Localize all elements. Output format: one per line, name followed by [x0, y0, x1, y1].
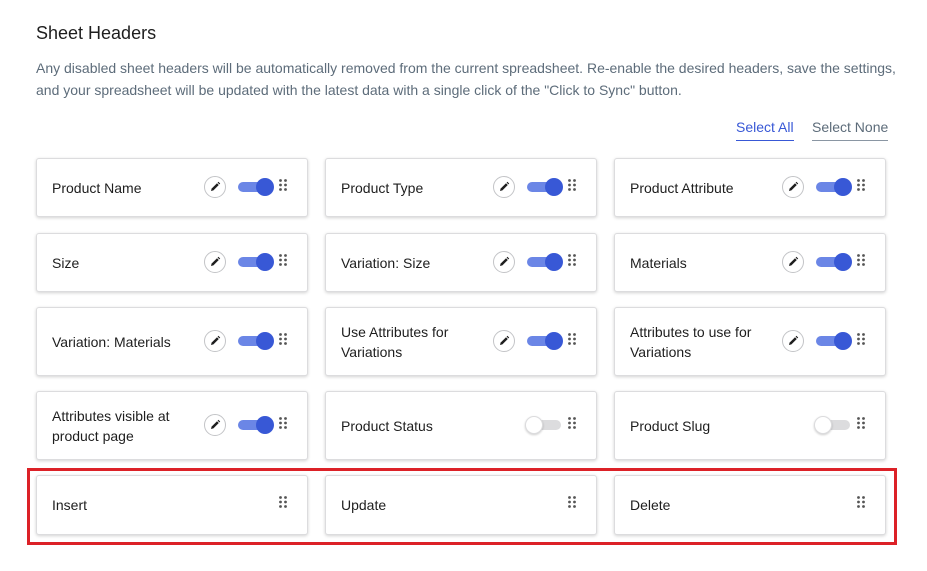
- header-card: Variation: Materials: [36, 307, 308, 376]
- header-label: Size: [52, 254, 80, 271]
- drag-handle-icon[interactable]: [857, 178, 865, 191]
- toggle-knob: [545, 178, 563, 196]
- header-card: Product Status: [325, 391, 597, 460]
- edit-header-button[interactable]: [493, 176, 515, 198]
- toggle-knob: [834, 253, 852, 271]
- header-toggle[interactable]: [238, 178, 274, 196]
- pencil-icon: [209, 419, 221, 431]
- drag-handle-icon[interactable]: [857, 253, 865, 266]
- header-label: Variation: Size: [341, 254, 431, 271]
- header-toggle[interactable]: [816, 332, 852, 350]
- pencil-icon: [498, 181, 510, 193]
- highlight-box: [27, 468, 897, 545]
- toggle-knob: [545, 253, 563, 271]
- select-all-link[interactable]: Select All: [736, 119, 794, 141]
- header-toggle[interactable]: [814, 416, 850, 434]
- header-label: Variation: Materials: [52, 333, 171, 350]
- header-toggle[interactable]: [527, 253, 563, 271]
- edit-header-button[interactable]: [493, 251, 515, 273]
- drag-handle-icon[interactable]: [279, 253, 287, 266]
- header-label: Product Slug: [630, 417, 711, 434]
- edit-header-button[interactable]: [782, 251, 804, 273]
- page-title: Sheet Headers: [36, 23, 157, 43]
- header-card: Variation: Size: [325, 233, 597, 292]
- drag-handle-icon[interactable]: [568, 178, 576, 191]
- pencil-icon: [787, 335, 799, 347]
- drag-handle-icon[interactable]: [568, 416, 576, 429]
- toggle-knob: [834, 178, 852, 196]
- pencil-icon: [209, 181, 221, 193]
- header-toggle[interactable]: [816, 253, 852, 271]
- pencil-icon: [787, 256, 799, 268]
- edit-header-button[interactable]: [782, 176, 804, 198]
- toggle-knob: [256, 178, 274, 196]
- drag-handle-icon[interactable]: [857, 416, 865, 429]
- header-toggle[interactable]: [816, 178, 852, 196]
- pencil-icon: [498, 256, 510, 268]
- toggle-knob: [834, 332, 852, 350]
- edit-header-button[interactable]: [204, 176, 226, 198]
- toggle-knob: [525, 416, 543, 434]
- header-toggle[interactable]: [525, 416, 561, 434]
- toggle-knob: [814, 416, 832, 434]
- header-card: Product Attribute: [614, 158, 886, 217]
- drag-handle-icon[interactable]: [279, 332, 287, 345]
- header-card: Use Attributes for Variations: [325, 307, 597, 376]
- header-toggle[interactable]: [527, 332, 563, 350]
- drag-handle-icon[interactable]: [568, 332, 576, 345]
- select-none-link[interactable]: Select None: [812, 119, 889, 141]
- edit-header-button[interactable]: [782, 330, 804, 352]
- header-card: Attributes visible at product page: [36, 391, 308, 460]
- header-label: Product Attribute: [630, 179, 734, 196]
- drag-handle-icon[interactable]: [857, 332, 865, 345]
- header-toggle[interactable]: [238, 332, 274, 350]
- header-card: Product Type: [325, 158, 597, 217]
- header-label: Use Attributes for Variations: [341, 323, 449, 360]
- header-label: Attributes visible at product page: [52, 407, 170, 444]
- header-card: Attributes to use for Variations: [614, 307, 886, 376]
- toggle-knob: [256, 253, 274, 271]
- header-card: Materials: [614, 233, 886, 292]
- header-label: Product Status: [341, 417, 433, 434]
- header-label: Attributes to use for Variations: [630, 323, 752, 360]
- toggle-knob: [256, 416, 274, 434]
- drag-handle-icon[interactable]: [568, 253, 576, 266]
- header-toggle[interactable]: [238, 253, 274, 271]
- pencil-icon: [209, 335, 221, 347]
- section-description: Any disabled sheet headers will be autom…: [36, 60, 896, 98]
- header-card: Product Slug: [614, 391, 886, 460]
- edit-header-button[interactable]: [204, 414, 226, 436]
- header-label: Product Type: [341, 179, 424, 196]
- toggle-knob: [545, 332, 563, 350]
- toggle-knob: [256, 332, 274, 350]
- header-label: Product Name: [52, 179, 142, 196]
- header-toggle[interactable]: [527, 178, 563, 196]
- drag-handle-icon[interactable]: [279, 178, 287, 191]
- drag-handle-icon[interactable]: [279, 416, 287, 429]
- edit-header-button[interactable]: [493, 330, 515, 352]
- pencil-icon: [209, 256, 221, 268]
- header-toggle[interactable]: [238, 416, 274, 434]
- edit-header-button[interactable]: [204, 330, 226, 352]
- pencil-icon: [498, 335, 510, 347]
- pencil-icon: [787, 181, 799, 193]
- header-card: Size: [36, 233, 308, 292]
- header-label: Materials: [630, 254, 687, 271]
- edit-header-button[interactable]: [204, 251, 226, 273]
- header-card: Product Name: [36, 158, 308, 217]
